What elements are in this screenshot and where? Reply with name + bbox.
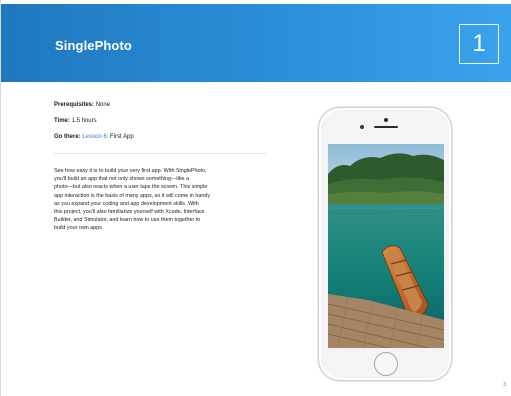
prerequisites-line: Prerequisites: None bbox=[54, 102, 264, 112]
phone-speaker bbox=[374, 126, 398, 128]
document-page: SinglePhoto 1 Prerequisites: None Time: … bbox=[0, 0, 511, 396]
project-meta: Prerequisites: None Time: 1.5 hours Go t… bbox=[54, 102, 264, 150]
description-line: Builder, and Simulator, and learn how to… bbox=[54, 217, 201, 224]
description-paragraph: See how easy it is to build your very fi… bbox=[54, 167, 266, 233]
description-line: as you expand your coding and app develo… bbox=[54, 200, 199, 207]
lake-boat-photo bbox=[328, 144, 444, 348]
description-line: See how easy it is to build your very fi… bbox=[54, 168, 207, 174]
phone-camera-dot bbox=[384, 118, 388, 122]
time-value: 1.5 hours bbox=[71, 118, 97, 124]
time-line: Time: 1.5 hours bbox=[54, 118, 264, 128]
go-there-line: Go there: Lesson 6: First App bbox=[54, 134, 264, 144]
description-line: photo—but also reacts when a user taps t… bbox=[54, 184, 208, 191]
section-divider bbox=[54, 153, 266, 154]
time-label: Time: bbox=[54, 118, 70, 124]
description-line: you'll build an app that not only shows … bbox=[54, 176, 189, 183]
phone-front-camera bbox=[360, 125, 364, 129]
description-line: app interaction is the basis of many app… bbox=[54, 192, 211, 199]
page-title: SinglePhoto bbox=[55, 38, 132, 53]
description-line: this project, you'll also familiarize yo… bbox=[54, 209, 205, 216]
phone-screen-photo bbox=[328, 144, 444, 348]
chapter-number-badge: 1 bbox=[459, 24, 499, 64]
phone-home-button bbox=[374, 352, 398, 376]
page-number: 3 bbox=[503, 382, 506, 388]
prerequisites-label: Prerequisites: bbox=[54, 102, 95, 108]
lesson-link[interactable]: Lesson 6: bbox=[82, 134, 108, 140]
iphone-illustration bbox=[318, 107, 452, 381]
prerequisites-value: None bbox=[95, 102, 111, 108]
header-banner: SinglePhoto 1 bbox=[1, 4, 511, 82]
shoreline bbox=[328, 191, 444, 206]
go-there-label: Go there: bbox=[54, 134, 81, 140]
go-there-value: First App bbox=[110, 134, 134, 140]
description-line: build your own apps. bbox=[54, 225, 104, 232]
